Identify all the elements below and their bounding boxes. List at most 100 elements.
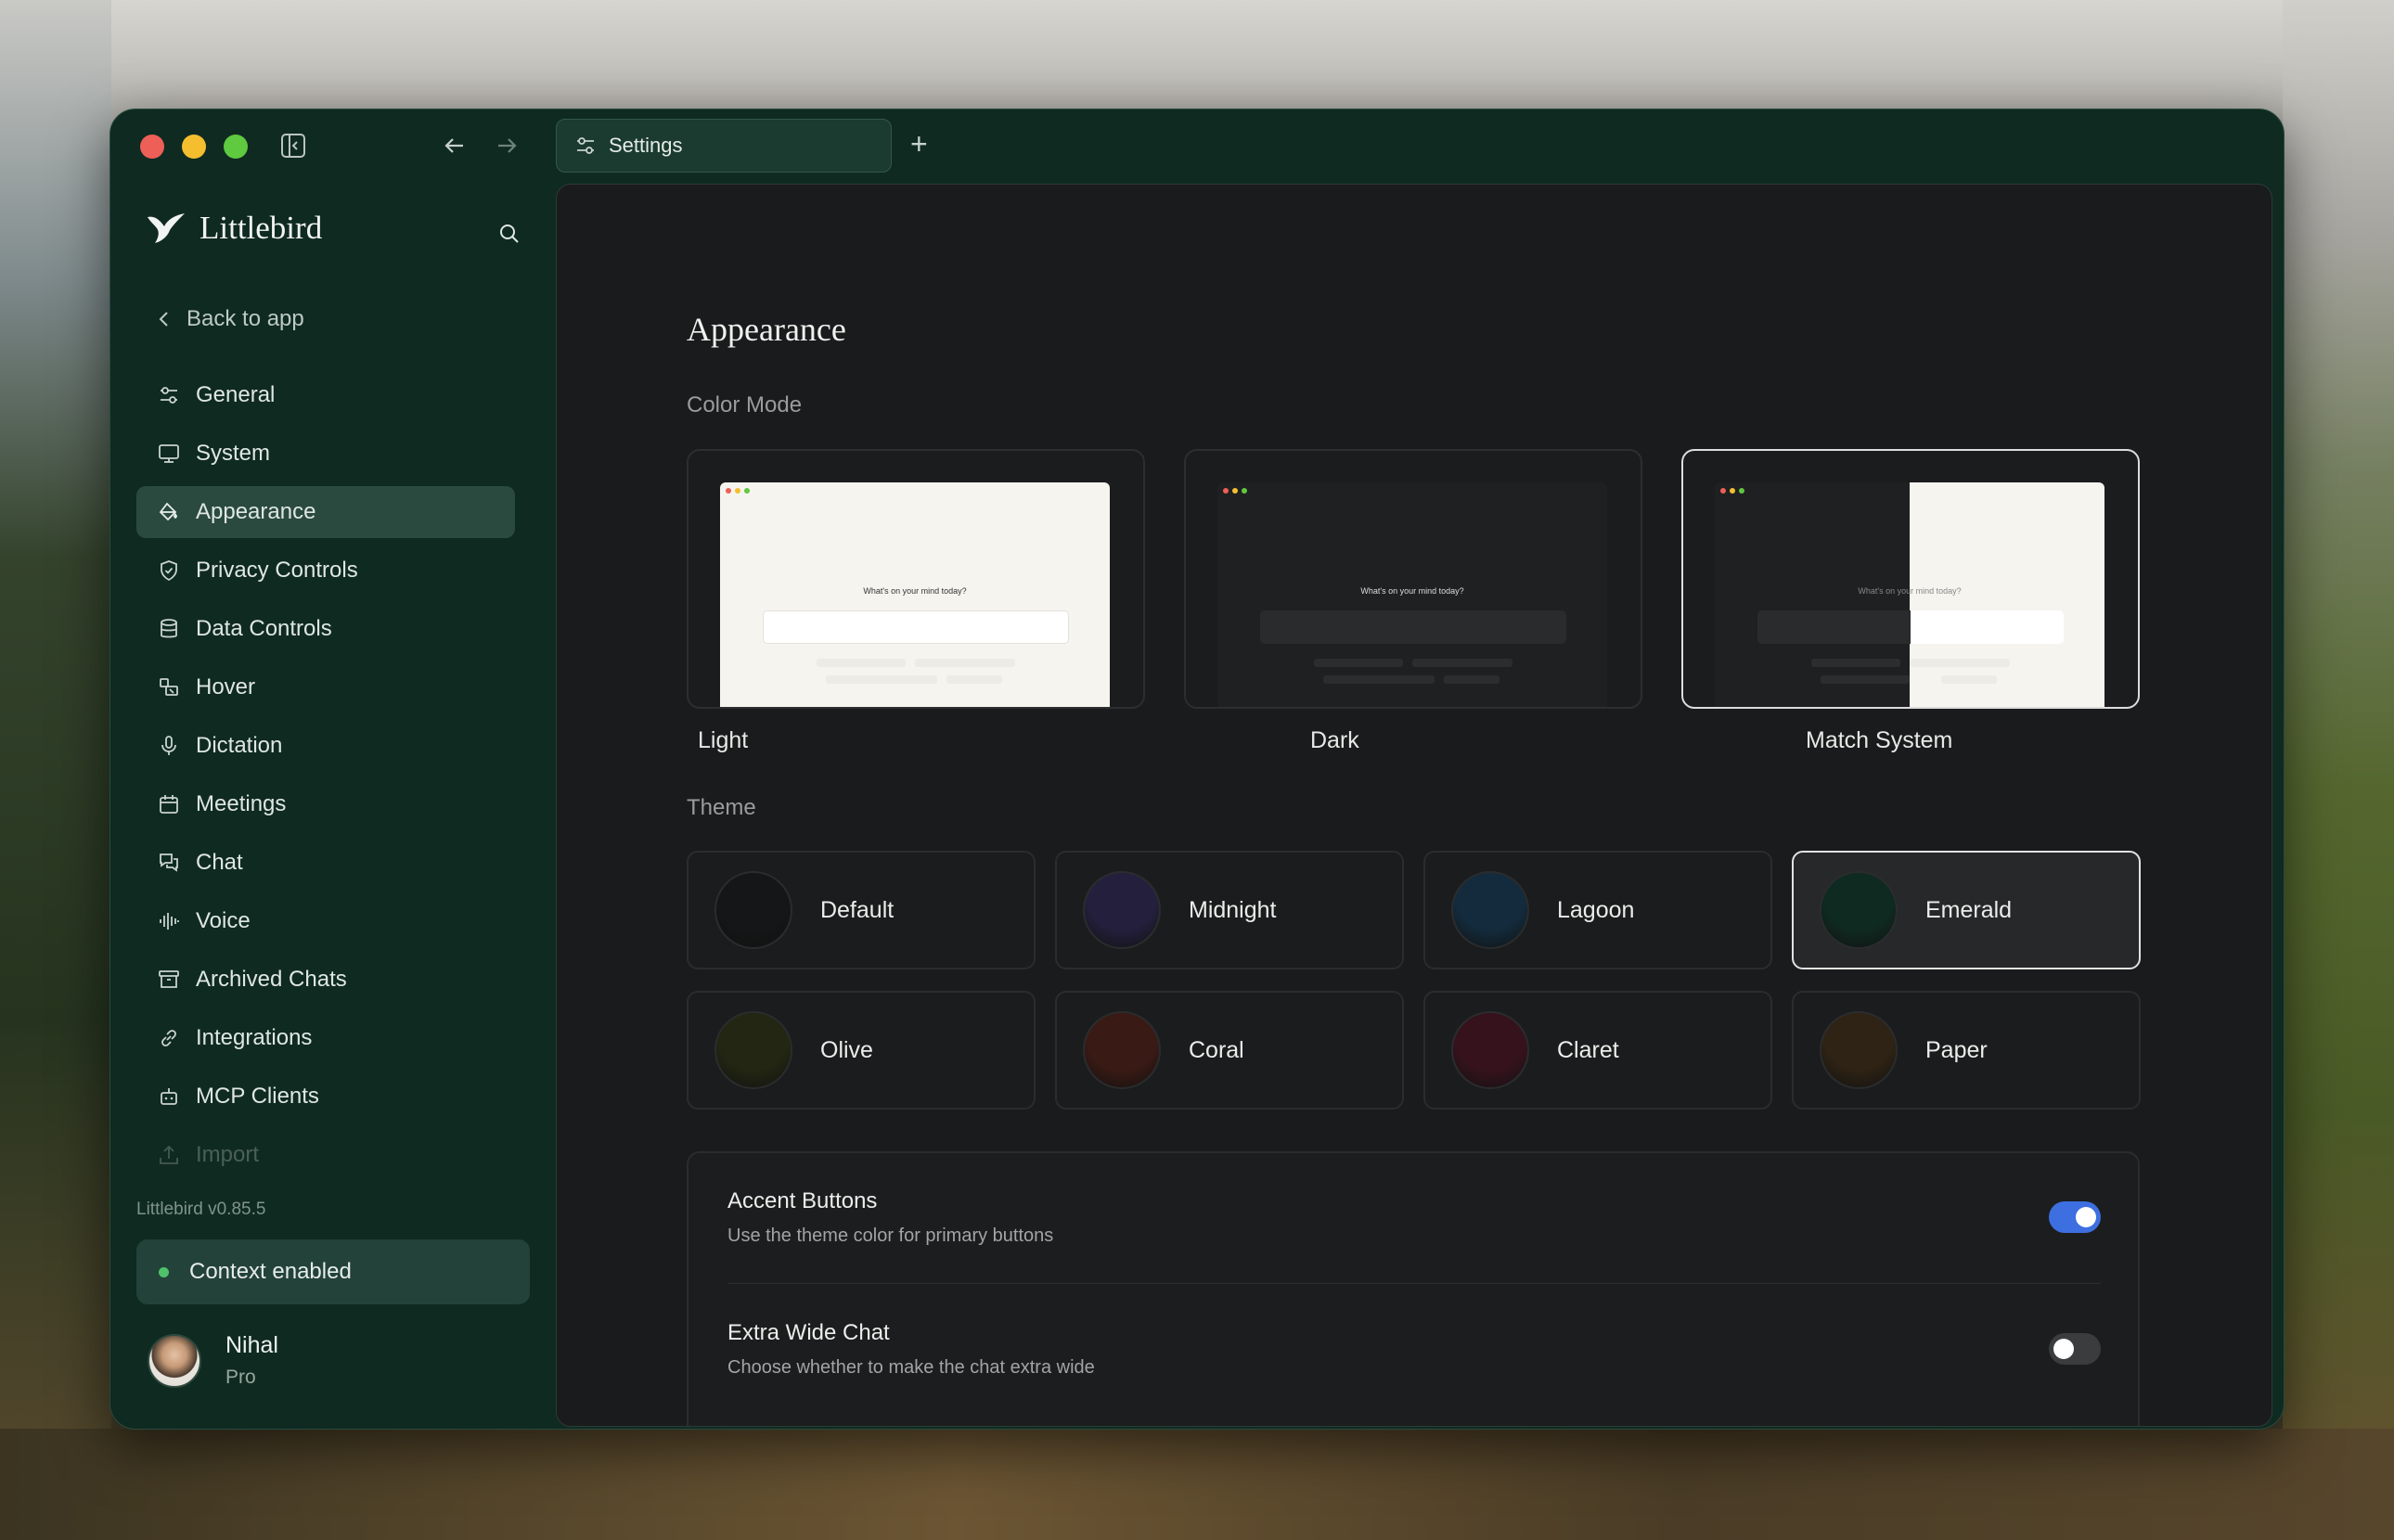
theme-paper[interactable]: Paper: [1792, 991, 2141, 1110]
setting-description: Choose whether to make the chat extra wi…: [727, 1357, 1095, 1378]
theme-midnight[interactable]: Midnight: [1055, 851, 1404, 969]
new-tab-plus-icon[interactable]: +: [910, 128, 928, 160]
forward-arrow-icon[interactable]: [493, 132, 521, 164]
sidebar-item-hover[interactable]: Hover: [136, 661, 515, 713]
close-window-button[interactable]: [140, 135, 164, 159]
app-version: Littlebird v0.85.5: [136, 1200, 266, 1219]
user-name: Nihal: [225, 1332, 278, 1358]
appearance-options-panel: Accent Buttons Use the theme color for p…: [687, 1151, 2140, 1426]
sidebar-toggle-icon[interactable]: [279, 132, 307, 164]
settings-content: Appearance Color Mode What's on your min…: [556, 184, 2272, 1427]
desktop-wallpaper-left: [0, 0, 111, 1540]
sidebar-item-appearance[interactable]: Appearance: [136, 486, 515, 538]
divider: [727, 1283, 2101, 1284]
theme-claret[interactable]: Claret: [1423, 991, 1772, 1110]
match-system-preview: What's on your mind today?: [1715, 482, 2104, 707]
back-to-app-link[interactable]: Back to app: [155, 306, 304, 332]
sliders-icon: [157, 383, 181, 407]
toggle-knob: [2076, 1207, 2096, 1227]
theme-swatch: [714, 871, 792, 949]
sidebar-item-label: Integrations: [196, 1025, 313, 1050]
theme-default[interactable]: Default: [687, 851, 1036, 969]
setting-title: Accent Buttons: [727, 1188, 878, 1213]
theme-name: Lagoon: [1557, 896, 1635, 923]
theme-name: Default: [820, 896, 895, 923]
sidebar-item-label: Chat: [196, 850, 243, 875]
sidebar-item-mcp-clients[interactable]: MCP Clients: [136, 1071, 515, 1123]
hover-icon: [157, 675, 181, 699]
back-label: Back to app: [187, 306, 304, 331]
theme-coral[interactable]: Coral: [1055, 991, 1404, 1110]
sidebar-item-label: Archived Chats: [196, 967, 347, 992]
color-mode-dark-label: Dark: [1310, 727, 1359, 753]
dark-preview: What's on your mind today?: [1217, 482, 1607, 707]
sidebar-item-label: Meetings: [196, 791, 287, 816]
calendar-icon: [157, 792, 181, 816]
sidebar-item-meetings[interactable]: Meetings: [136, 778, 515, 830]
sidebar-item-label: Data Controls: [196, 616, 332, 641]
chevron-left-icon: [159, 312, 168, 327]
theme-name: Emerald: [1925, 896, 2013, 923]
color-mode-light[interactable]: What's on your mind today?: [687, 449, 1145, 709]
context-status-button[interactable]: Context enabled: [136, 1239, 530, 1304]
sidebar-item-general[interactable]: General: [136, 369, 515, 421]
preview-question: What's on your mind today?: [1858, 586, 1962, 596]
theme-emerald[interactable]: Emerald: [1792, 851, 2141, 969]
chat-bubbles-icon: [157, 851, 181, 875]
theme-swatch: [1820, 1011, 1898, 1089]
sidebar-item-label: MCP Clients: [196, 1084, 319, 1109]
sidebar: Littlebird Back to app General System Ap…: [110, 182, 556, 1429]
sidebar-item-label: System: [196, 441, 271, 466]
preview-question: What's on your mind today?: [1360, 586, 1464, 596]
brand: Littlebird: [146, 210, 322, 247]
sidebar-item-voice[interactable]: Voice: [136, 895, 515, 947]
theme-olive[interactable]: Olive: [687, 991, 1036, 1110]
sidebar-item-data-controls[interactable]: Data Controls: [136, 603, 515, 655]
theme-name: Midnight: [1189, 896, 1277, 923]
extra-wide-chat-toggle[interactable]: [2049, 1333, 2101, 1365]
theme-swatch: [1451, 871, 1529, 949]
shield-icon: [157, 558, 181, 583]
avatar: [148, 1333, 201, 1388]
search-icon[interactable]: [498, 223, 521, 250]
theme-heading: Theme: [687, 795, 756, 820]
sidebar-item-archived-chats[interactable]: Archived Chats: [136, 954, 515, 1006]
theme-swatch: [1083, 1011, 1161, 1089]
color-mode-heading: Color Mode: [687, 392, 803, 417]
desktop-wallpaper-right: [2283, 0, 2394, 1540]
sidebar-item-integrations[interactable]: Integrations: [136, 1012, 515, 1064]
sidebar-item-label: Voice: [196, 908, 251, 933]
sidebar-item-import[interactable]: Import: [136, 1129, 515, 1181]
sidebar-item-label: Privacy Controls: [196, 558, 358, 583]
sidebar-item-system[interactable]: System: [136, 428, 515, 480]
setting-description: Use the theme color for primary buttons: [727, 1226, 1054, 1246]
toggle-knob: [2053, 1339, 2074, 1359]
theme-name: Paper: [1925, 1036, 1988, 1063]
theme-swatch: [1820, 871, 1898, 949]
theme-lagoon[interactable]: Lagoon: [1423, 851, 1772, 969]
upload-icon: [157, 1143, 181, 1167]
extra-wide-chat-row: Extra Wide Chat Choose whether to make t…: [727, 1320, 2101, 1379]
robot-icon: [157, 1084, 181, 1109]
microphone-icon: [157, 734, 181, 758]
sidebar-item-chat[interactable]: Chat: [136, 837, 515, 889]
sidebar-item-privacy-controls[interactable]: Privacy Controls: [136, 545, 515, 597]
paint-bucket-icon: [157, 500, 181, 524]
back-arrow-icon[interactable]: [441, 132, 469, 164]
theme-name: Olive: [820, 1036, 873, 1063]
sidebar-item-dictation[interactable]: Dictation: [136, 720, 515, 772]
user-profile[interactable]: Nihal Pro: [148, 1332, 278, 1389]
status-dot: [159, 1266, 169, 1277]
title-bar: Settings +: [110, 109, 2284, 182]
zoom-window-button[interactable]: [224, 135, 248, 159]
page-title: Appearance: [687, 311, 846, 348]
color-mode-match-system[interactable]: What's on your mind today?: [1681, 449, 2140, 709]
tab-settings[interactable]: Settings: [556, 119, 892, 173]
color-mode-dark[interactable]: What's on your mind today?: [1184, 449, 1642, 709]
link-icon: [157, 1026, 181, 1050]
accent-buttons-toggle[interactable]: [2049, 1201, 2101, 1233]
theme-name: Claret: [1557, 1036, 1619, 1063]
theme-name: Coral: [1189, 1036, 1244, 1063]
minimize-window-button[interactable]: [182, 135, 206, 159]
theme-swatch: [1083, 871, 1161, 949]
